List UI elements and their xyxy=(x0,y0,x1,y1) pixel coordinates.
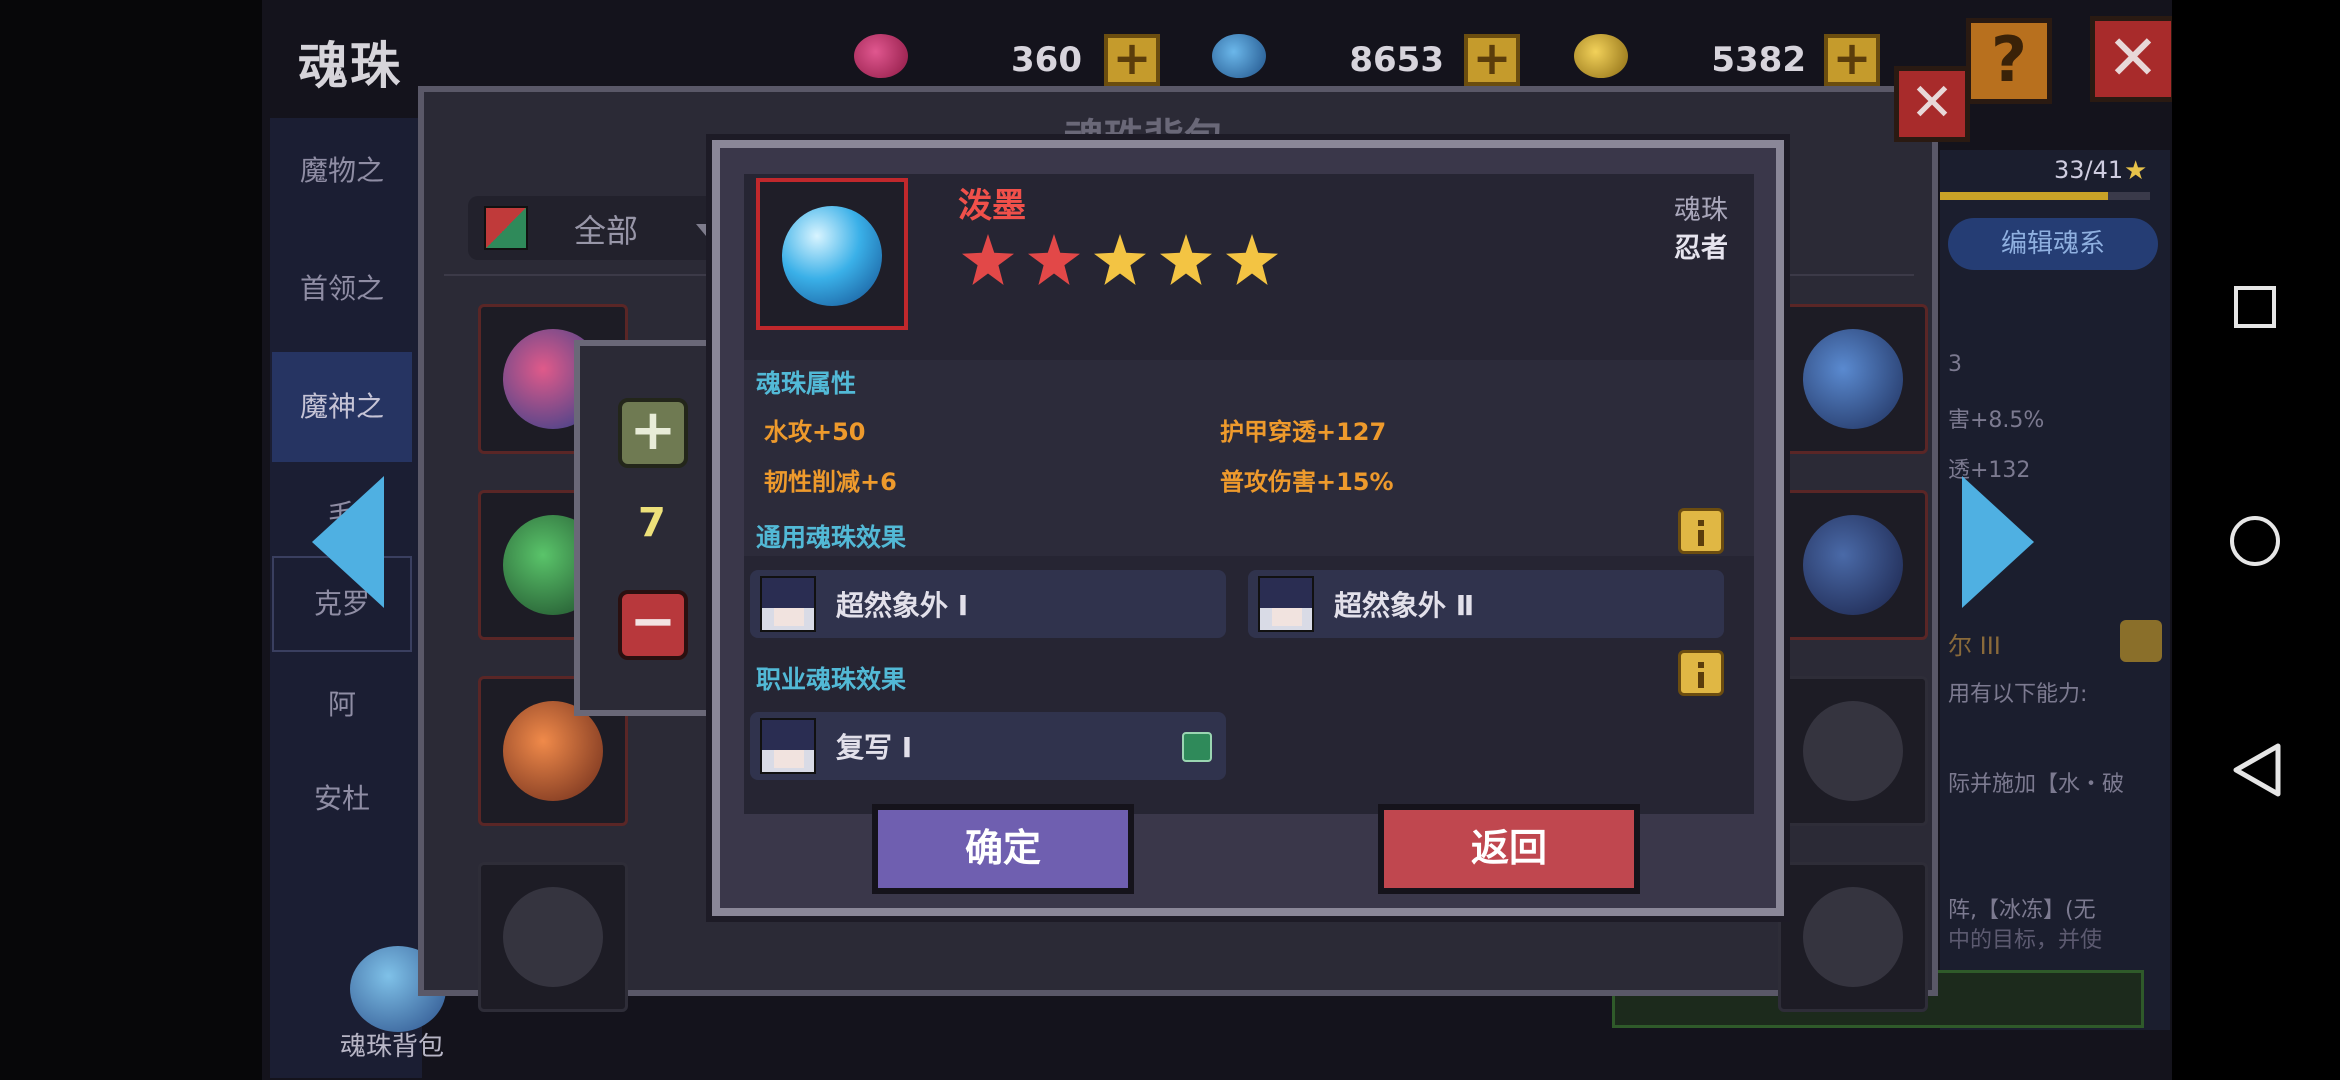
orange-orb-icon xyxy=(503,701,603,801)
ninja-portrait-icon xyxy=(760,718,816,774)
blue-orb-icon xyxy=(1803,329,1903,429)
filter-color-icon xyxy=(484,206,528,250)
edit-soul-system-button[interactable]: 编辑魂系 xyxy=(1948,218,2158,270)
ninja-portrait-icon xyxy=(760,576,816,632)
filter-dropdown[interactable]: 全部 xyxy=(468,196,738,260)
soul-count: 33/41 xyxy=(2054,156,2124,184)
count-progress-bar xyxy=(1940,192,2150,200)
close-bag-button[interactable]: ✕ xyxy=(1894,66,1970,142)
common-effects-title: 通用魂珠效果 xyxy=(756,523,907,552)
empty-orb-icon xyxy=(1803,701,1903,801)
side-tab-demon-god[interactable]: 魔神之 xyxy=(272,352,412,462)
class-effect-1[interactable]: 复写 Ⅰ xyxy=(750,712,1226,780)
attribute-normal-attack-damage: 普攻伤害+15% xyxy=(1220,468,1394,496)
gold-coin-count: 5382 xyxy=(1711,40,1806,80)
attribute-armor-penetration: 护甲穿透+127 xyxy=(1220,418,1387,446)
blue-gem-icon xyxy=(1212,34,1266,78)
empty-orb-icon xyxy=(1803,887,1903,987)
soul-detail-modal: 泼墨 魂珠 忍者 魂珠属性 水攻+50 护甲穿透+127 韧性削减+6 普攻伤害… xyxy=(712,140,1784,916)
side-tab-7[interactable]: 安杜 xyxy=(272,744,412,854)
right-line-6: 际并施加【水・破 xyxy=(1948,772,2125,797)
count-progress-fill xyxy=(1940,192,2108,200)
next-arrow-button[interactable] xyxy=(1962,476,2034,608)
attribute-water-attack: 水攻+50 xyxy=(764,418,866,446)
quantity-value: 7 xyxy=(638,500,666,546)
increase-quantity-button[interactable]: + xyxy=(618,398,688,468)
help-button[interactable]: ? xyxy=(1966,18,2052,104)
soul-name: 泼墨 xyxy=(958,186,1026,226)
previous-arrow-button[interactable] xyxy=(312,476,384,608)
purple-gem-icon xyxy=(854,34,908,78)
purple-gem-count: 360 xyxy=(1011,40,1082,80)
blue-orb-icon xyxy=(1803,515,1903,615)
soul-slot[interactable] xyxy=(1778,676,1928,826)
class-effects-title: 职业魂珠效果 xyxy=(756,665,907,694)
soul-slot[interactable] xyxy=(1778,490,1928,640)
right-line-8: 中的目标，并使 xyxy=(1948,928,2103,953)
soul-icon-frame xyxy=(756,178,908,330)
gold-coin-icon xyxy=(1574,34,1628,78)
soul-detail-content: 泼墨 魂珠 忍者 魂珠属性 水攻+50 护甲穿透+127 韧性削减+6 普攻伤害… xyxy=(744,174,1754,814)
side-tab-monster[interactable]: 魔物之 xyxy=(272,116,412,226)
star-gold-icon xyxy=(1226,234,1278,285)
system-navigation-bar xyxy=(2172,0,2340,1080)
side-tab-boss[interactable]: 首领之 xyxy=(272,234,412,344)
back-triangle-icon[interactable] xyxy=(2230,742,2282,798)
soul-slot[interactable] xyxy=(478,862,628,1012)
screen-title: 魂珠 xyxy=(298,37,402,95)
add-gold-coin-button[interactable]: + xyxy=(1824,34,1880,86)
attribute-toughness-reduction: 韧性削减+6 xyxy=(764,468,897,496)
common-effect-1[interactable]: 超然象外 Ⅰ xyxy=(750,570,1226,638)
attr-section-title: 魂珠属性 xyxy=(756,369,857,398)
right-line-7: 阵,【冰冻】(无 xyxy=(1948,898,2096,923)
star-red-icon xyxy=(962,234,1014,285)
blue-gem-count: 8653 xyxy=(1349,40,1444,80)
common-effect-2[interactable]: 超然象外 Ⅱ xyxy=(1248,570,1724,638)
soul-slot[interactable] xyxy=(1778,862,1928,1012)
bag-shortcut-label[interactable]: 魂珠背包 xyxy=(340,1026,444,1063)
empty-orb-icon xyxy=(503,887,603,987)
star-gold-icon xyxy=(1160,234,1212,285)
star-red-icon xyxy=(1028,234,1080,285)
common-effect-2-label: 超然象外 Ⅱ xyxy=(1334,589,1475,622)
star-gold-icon xyxy=(1094,234,1146,285)
class-effect-1-label: 复写 Ⅰ xyxy=(836,731,913,764)
right-line-5: 用有以下能力: xyxy=(1948,682,2088,707)
back-button[interactable]: 返回 xyxy=(1378,804,1640,894)
right-line-4: 尔 III xyxy=(1948,632,2001,660)
confirm-button[interactable]: 确定 xyxy=(872,804,1134,894)
right-line-1: 3 xyxy=(1948,352,1962,377)
add-purple-gem-button[interactable]: + xyxy=(1104,34,1160,86)
right-line-2: 害+8.5% xyxy=(1948,408,2045,433)
edit-icon[interactable] xyxy=(1182,732,1212,762)
ninja-portrait-icon xyxy=(1258,576,1314,632)
decrease-quantity-button[interactable]: − xyxy=(618,590,688,660)
close-screen-button[interactable]: ✕ xyxy=(2090,16,2172,102)
count-star-icon: ★ xyxy=(2124,156,2148,186)
soul-class-label: 忍者 xyxy=(1674,233,1728,264)
filter-label: 全部 xyxy=(574,212,639,250)
soul-slot[interactable] xyxy=(1778,304,1928,454)
home-button[interactable] xyxy=(2230,516,2280,566)
add-blue-gem-button[interactable]: + xyxy=(1464,34,1520,86)
common-effect-1-label: 超然象外 Ⅰ xyxy=(836,589,969,622)
recent-apps-button[interactable] xyxy=(2234,286,2276,328)
soul-type-label: 魂珠 xyxy=(1674,195,1728,226)
right-info-button[interactable] xyxy=(2120,620,2162,662)
water-soul-orb-icon xyxy=(782,206,882,306)
class-effects-info-button[interactable] xyxy=(1678,650,1724,696)
common-effects-info-button[interactable] xyxy=(1678,508,1724,554)
